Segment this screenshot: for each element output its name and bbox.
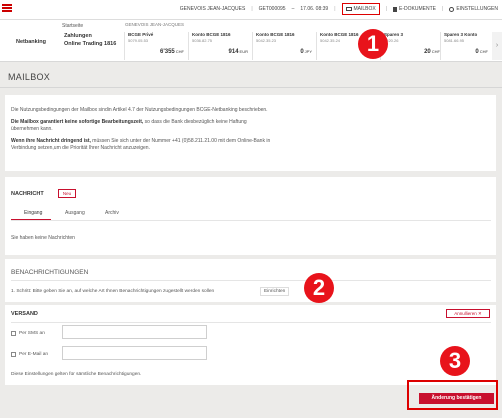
email-input[interactable]	[62, 346, 207, 360]
document-icon	[393, 6, 398, 12]
step-marker-3: 3	[440, 346, 470, 376]
divider	[11, 220, 491, 221]
terms-text: Die Nutzungsbedingungen der Mailbox sind…	[11, 107, 268, 113]
settings-note: Diese Einstellungen gelten für sämtliche…	[11, 372, 142, 377]
account-card[interactable]: Konto BCGE 1816 5036.82.75 914EUR	[188, 32, 252, 60]
divider	[11, 280, 491, 281]
notifications-step-text: 1. Schritt: Bitte geben Sie an, auf welc…	[11, 289, 215, 294]
page-title: MAILBOX	[8, 72, 51, 82]
no-guarantee-text: Die Mailbox garantiert keine sofortige B…	[11, 119, 247, 132]
messages-panel: NACHRICHT Neu Eingang Ausgang Archiv Sie…	[5, 177, 496, 255]
account-owner: GENEVOIS JEAN-JACQUES	[125, 22, 185, 27]
e-documents-link[interactable]: E-DOKUMENTE	[393, 6, 436, 12]
payments-menu[interactable]: Zahlungen Online Trading 1816	[64, 32, 116, 48]
delivery-panel: VERSAND Annullieren ✕ Per SMS an Per E-M…	[5, 305, 496, 385]
netbanking-label[interactable]: Netbanking	[16, 39, 46, 45]
empty-messages-text: Sie haben keine Nachrichten	[11, 235, 75, 241]
mailbox-info-panel: Die Nutzungsbedingungen der Mailbox sind…	[5, 95, 496, 171]
divider	[11, 322, 491, 323]
account-strip: Netbanking Startseite Zahlungen Online T…	[0, 20, 502, 62]
close-icon: ✕	[478, 311, 482, 316]
top-nav: GENEVOIS JEAN-JACQUES | GET000095 – 17.0…	[179, 3, 498, 15]
mailbox-link[interactable]: MAILBOX	[341, 3, 380, 15]
account-number: GET000095	[258, 6, 286, 12]
account-card[interactable]: Sparen 3 1220.26 20CHF	[380, 32, 444, 60]
account-card[interactable]: Konto BCGE 1816 5042.35.23 0JPY	[252, 32, 316, 60]
messages-label: NACHRICHT	[11, 191, 44, 197]
account-card[interactable]: BCGE Privé 5079.05.53 6'355CHF	[124, 32, 188, 60]
home-link[interactable]: Startseite	[62, 23, 83, 29]
new-message-button[interactable]: Neu	[58, 189, 76, 198]
delivery-label: VERSAND	[11, 311, 38, 317]
top-bar: GENEVOIS JEAN-JACQUES | GET000095 – 17.0…	[0, 0, 502, 20]
urgent-text: Wenn ihre Nachricht dringend ist, müssen…	[11, 138, 271, 151]
gear-icon	[449, 6, 455, 12]
step-marker-1: 1	[358, 29, 388, 59]
sms-option[interactable]: Per SMS an	[11, 331, 45, 336]
session-datetime: 17.06. 08:39	[300, 6, 329, 12]
setup-button[interactable]: Einrichten	[260, 287, 290, 296]
scroll-right-arrow-icon[interactable]: ›	[492, 32, 502, 60]
email-checkbox[interactable]	[11, 352, 16, 357]
envelope-icon	[345, 7, 352, 11]
bank-logo[interactable]	[2, 4, 12, 12]
notifications-panel: BENACHRICHTIGUNGEN 1. Schritt: Bitte geb…	[5, 259, 496, 302]
sms-checkbox[interactable]	[11, 331, 16, 336]
notifications-title: BENACHRICHTIGUNGEN	[11, 269, 89, 276]
account-card[interactable]: Sparen 3 Konto 5081.66.95 0CHF	[440, 32, 492, 60]
email-option[interactable]: Per E-Mail an	[11, 352, 48, 357]
settings-link[interactable]: EINSTELLUNGEN	[449, 6, 498, 12]
user-name: GENEVOIS JEAN-JACQUES	[179, 6, 246, 12]
confirm-change-button[interactable]: Änderung bestätigen	[419, 393, 494, 404]
step-marker-2: 2	[304, 273, 334, 303]
sms-input[interactable]	[62, 325, 207, 339]
cancel-button[interactable]: Annullieren ✕	[446, 309, 490, 318]
divider	[0, 87, 502, 88]
